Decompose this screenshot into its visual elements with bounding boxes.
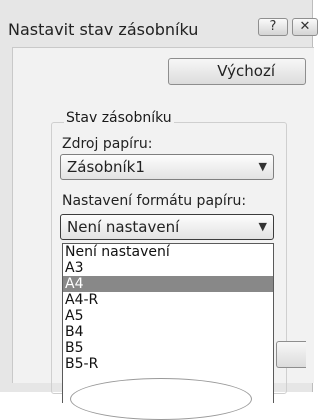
- dropdown-item[interactable]: Není nastavení: [63, 244, 273, 260]
- window-title: Nastavit stav zásobníku: [8, 20, 199, 39]
- dropdown-item[interactable]: B5-R: [63, 356, 273, 372]
- paper-source-value: Zásobník1: [67, 158, 145, 176]
- paper-format-value: Není nastavení: [67, 218, 180, 236]
- ok-button[interactable]: [276, 341, 306, 368]
- dropdown-item-selected[interactable]: A4: [63, 276, 273, 292]
- paper-source-combo[interactable]: Zásobník1 ▼: [60, 154, 274, 180]
- chevron-down-icon: ▼: [258, 220, 267, 233]
- group-legend: Stav zásobníku: [64, 110, 174, 126]
- close-button[interactable]: ✕: [292, 18, 318, 36]
- dropdown-item[interactable]: A3: [63, 260, 273, 276]
- dropdown-item[interactable]: A5: [63, 308, 273, 324]
- dropdown-item[interactable]: B5: [63, 340, 273, 356]
- paper-source-label: Zdroj papíru:: [62, 136, 153, 152]
- chevron-down-icon: ▼: [258, 160, 267, 173]
- help-button[interactable]: ?: [258, 18, 288, 36]
- decorative-overlay: [70, 378, 252, 420]
- paper-format-combo[interactable]: Není nastavení ▼: [60, 214, 274, 240]
- default-button[interactable]: Výchozí: [168, 58, 306, 85]
- dropdown-item[interactable]: B4: [63, 324, 273, 340]
- dropdown-item[interactable]: A4-R: [63, 292, 273, 308]
- paper-format-label: Nastavení formátu papíru:: [62, 193, 247, 209]
